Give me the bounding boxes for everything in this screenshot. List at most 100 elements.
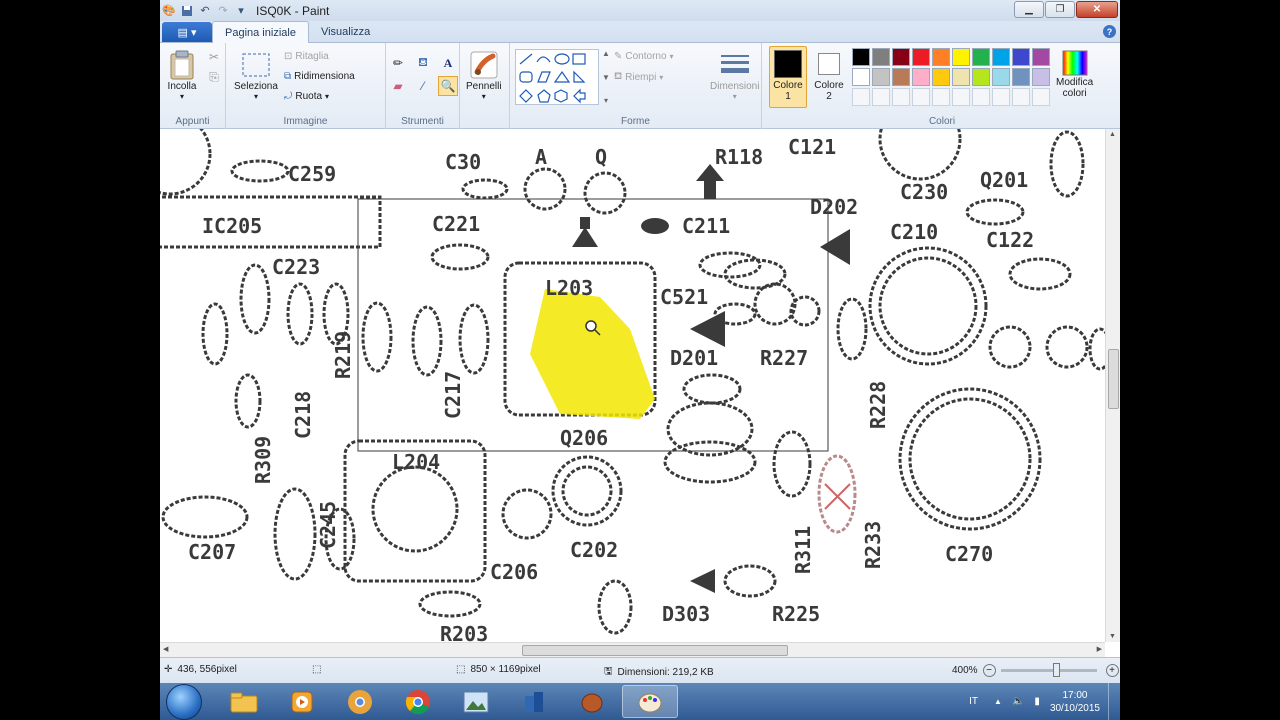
network-icon[interactable]: ▮ [1034, 696, 1040, 707]
component-label: C206 [490, 560, 538, 584]
color-picker-icon[interactable]: ⁄ [413, 76, 433, 96]
custom-color-slot[interactable] [892, 88, 910, 106]
status-bar: ✛ 436, 556pixel ⬚ ⬚ 850 × 1169pixel 🖫 Di… [160, 657, 1120, 683]
help-icon[interactable]: ? [1103, 25, 1116, 38]
edit-colors-button[interactable]: Modifica colori [1056, 49, 1093, 99]
palette-swatch[interactable] [892, 68, 910, 86]
chevron-down-icon: ▾ [481, 92, 486, 101]
zoom-slider-handle[interactable] [1052, 663, 1060, 677]
show-desktop-button[interactable] [1108, 683, 1120, 720]
custom-color-slot[interactable] [872, 88, 890, 106]
image-viewer-taskbar-button[interactable] [448, 685, 504, 718]
fill-button[interactable]: ⛾ Riempi ▾ [614, 71, 663, 84]
crop-button[interactable]: ⊡ Ritaglia [284, 51, 329, 62]
zoom-out-button[interactable]: − [982, 664, 996, 677]
shapes-scroll[interactable]: ▲ ▼ ▾ [600, 49, 612, 105]
speaker-icon[interactable]: 🔈 [1012, 696, 1024, 707]
file-menu-button[interactable]: ▤ ▾ [162, 22, 212, 42]
brushes-group: Pennelli ▾ [460, 43, 510, 129]
clock[interactable]: 17:00 30/10/2015 [1050, 689, 1100, 715]
app-taskbar-button-2[interactable] [564, 685, 620, 718]
fill-bucket-icon[interactable]: ⛾ [413, 53, 433, 73]
palette-swatch[interactable] [1012, 48, 1030, 66]
custom-color-slot[interactable] [912, 88, 930, 106]
size-button[interactable]: Dimensioni ▾ [710, 49, 759, 101]
app-taskbar-button[interactable] [506, 685, 562, 718]
palette-swatch[interactable] [852, 68, 870, 86]
restore-button[interactable]: ❐ [1045, 1, 1075, 18]
horizontal-scrollbar[interactable]: ◀ ▶ [160, 642, 1105, 657]
color1-button[interactable]: Colore 1 [769, 46, 807, 108]
select-button[interactable]: Seleziona ▾ [234, 49, 278, 101]
shapes-gallery[interactable] [515, 49, 599, 105]
paste-button[interactable]: Incolla ▾ [166, 49, 198, 101]
custom-color-slot[interactable] [1012, 88, 1030, 106]
eraser-icon[interactable]: ▰ [388, 76, 408, 96]
explorer-taskbar-button[interactable] [216, 685, 272, 718]
palette-swatch[interactable] [872, 48, 890, 66]
custom-color-slot[interactable] [852, 88, 870, 106]
palette-swatch[interactable] [1032, 68, 1050, 86]
palette-swatch[interactable] [892, 48, 910, 66]
vertical-scroll-thumb[interactable] [1108, 349, 1119, 409]
outline-button[interactable]: ✎ Contorno ▾ [614, 51, 674, 62]
clock-time: 17:00 [1062, 689, 1088, 701]
save-icon[interactable] [178, 2, 196, 20]
minimize-button[interactable]: ▁ [1014, 1, 1044, 18]
paint-taskbar-button[interactable] [622, 685, 678, 718]
palette-swatch[interactable] [952, 68, 970, 86]
palette-swatch[interactable] [912, 68, 930, 86]
start-button[interactable] [166, 684, 202, 720]
palette-swatch[interactable] [932, 68, 950, 86]
circuit-board-image[interactable]: C259 IC205 C221 C211 D202 C210 C122 C223 L203 C52… [160, 129, 1105, 642]
custom-color-slot[interactable] [992, 88, 1010, 106]
palette-swatch[interactable] [972, 68, 990, 86]
paint-app-icon[interactable]: 🎨 [160, 2, 178, 20]
palette-swatch[interactable] [992, 68, 1010, 86]
scroll-left-arrow[interactable]: ◀ [163, 645, 168, 653]
media-player-taskbar-button[interactable] [274, 685, 330, 718]
palette-swatch[interactable] [852, 48, 870, 66]
custom-color-slot[interactable] [932, 88, 950, 106]
cut-icon[interactable]: ✂ [204, 47, 224, 67]
magnifier-icon[interactable]: 🔍 [438, 76, 458, 96]
palette-swatch[interactable] [1032, 48, 1050, 66]
palette-swatch[interactable] [872, 68, 890, 86]
zoom-in-button[interactable]: + [1105, 664, 1119, 677]
palette-swatch[interactable] [1012, 68, 1030, 86]
rotate-button[interactable]: ⤾ Ruota ▾ [284, 91, 329, 102]
tab-view[interactable]: Visualizza [309, 21, 382, 42]
chrome-taskbar-button[interactable] [390, 685, 446, 718]
resize-button[interactable]: ⧉ Ridimensiona [284, 71, 355, 82]
scroll-right-arrow[interactable]: ▶ [1097, 645, 1102, 653]
horizontal-scroll-thumb[interactable] [522, 645, 788, 656]
redo-icon[interactable]: ↷ [214, 2, 232, 20]
palette-swatch[interactable] [992, 48, 1010, 66]
browser-taskbar-button[interactable] [332, 685, 388, 718]
language-indicator[interactable]: IT [969, 696, 978, 707]
vertical-scrollbar[interactable]: ▲ ▼ [1105, 129, 1120, 642]
pencil-icon[interactable]: ✏ [388, 53, 408, 73]
custom-color-slot[interactable] [972, 88, 990, 106]
palette-swatch[interactable] [952, 48, 970, 66]
scroll-down-arrow[interactable]: ▼ [1109, 633, 1116, 640]
scroll-up-arrow[interactable]: ▲ [1109, 131, 1116, 138]
component-label: C221 [432, 212, 480, 236]
drawing-canvas[interactable]: C259 IC205 C221 C211 D202 C210 C122 C223 L203 C52… [160, 129, 1105, 642]
text-tool-icon[interactable]: A [438, 53, 458, 73]
tab-home[interactable]: Pagina iniziale [212, 21, 309, 43]
copy-icon[interactable]: ⎘ [204, 67, 224, 87]
custom-color-slot[interactable] [952, 88, 970, 106]
brushes-button[interactable]: Pennelli ▾ [466, 49, 502, 101]
customize-quick-access-icon[interactable]: ▾ [232, 2, 250, 20]
show-hidden-icons-icon[interactable]: ▲ [994, 697, 1002, 706]
close-button[interactable]: ✕ [1076, 1, 1118, 18]
zoom-slider[interactable] [1000, 663, 1097, 677]
color2-button[interactable]: Colore 2 [810, 46, 848, 108]
palette-swatch[interactable] [912, 48, 930, 66]
palette-swatch[interactable] [932, 48, 950, 66]
palette-swatch[interactable] [972, 48, 990, 66]
undo-icon[interactable]: ↶ [196, 2, 214, 20]
component-label: C121 [788, 135, 836, 159]
custom-color-slot[interactable] [1032, 88, 1050, 106]
